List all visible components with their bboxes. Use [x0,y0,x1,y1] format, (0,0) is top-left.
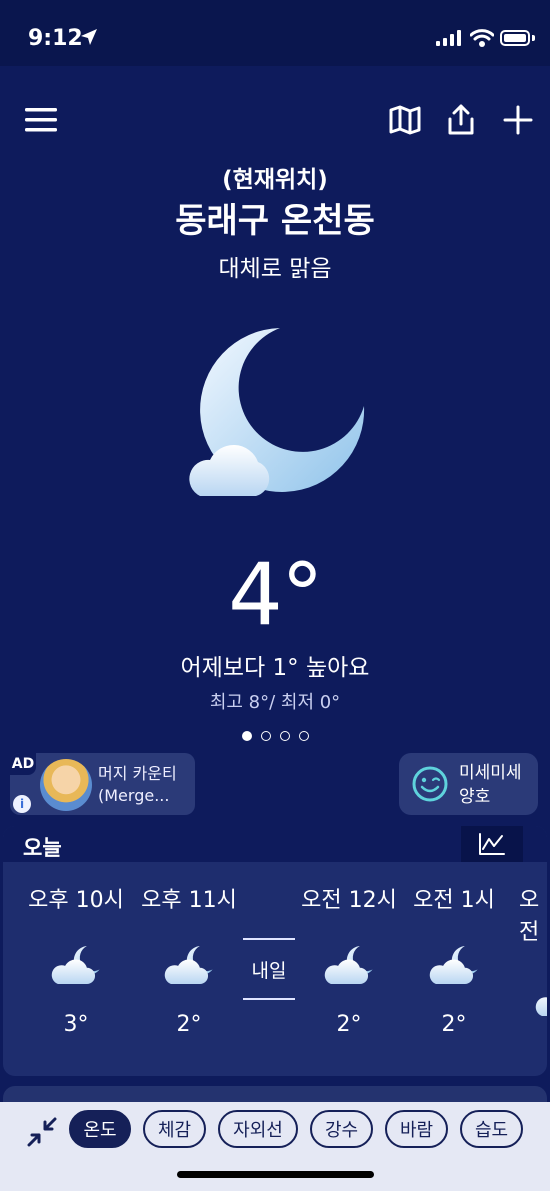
ad-tag: AD [10,753,36,775]
night-partly-cloudy-icon [531,974,547,1020]
cellular-signal-icon [436,30,461,46]
chart-toggle-button[interactable] [461,826,523,862]
hourly-title: 오늘 [23,836,62,860]
map-icon[interactable] [385,100,425,140]
location-name: 동래구 온천동 [175,201,375,241]
hour-temp: 3° [63,1012,89,1037]
tab-feels-like[interactable]: 체감 [143,1110,206,1148]
share-icon[interactable] [441,100,481,140]
wifi-icon [470,29,494,47]
ad-thumbnail [40,759,92,811]
moon-with-cloud-icon [189,328,365,496]
page-dot[interactable] [260,731,271,741]
ad-banner[interactable]: AD i 머지 카운티 (Merge... [10,753,195,815]
collapse-icon[interactable] [24,1116,60,1148]
tab-precipitation[interactable]: 강수 [310,1110,373,1148]
hourly-item: 오전 12시 2° [289,882,409,1037]
tab-wind[interactable]: 바람 [385,1110,448,1148]
night-partly-cloudy-icon [47,942,105,988]
current-location-label: (현재위치) [222,167,328,193]
current-temperature: 4° [228,545,324,645]
tab-temperature[interactable]: 온도 [69,1110,131,1148]
hour-temp: 2° [336,1012,362,1037]
status-bar: 9:12 [0,0,550,66]
night-partly-cloudy-icon [320,942,378,988]
night-partly-cloudy-icon [160,942,218,988]
hour-label: 오전 [519,888,540,945]
page-dot[interactable] [279,731,290,741]
hourly-forecast-card: 오늘 오후 10시 3° 오후 11시 2° 내일 오전 12시 2° 오전 1… [3,826,547,1076]
location-arrow-icon [81,29,97,45]
air-quality-card[interactable]: 미세미세 양호 [399,753,538,815]
hourly-item: 오후 10시 3° [16,882,136,1037]
temperature-comparison: 어제보다 1° 높아요 [180,655,370,681]
hour-label: 오전 12시 [301,888,397,913]
ad-info-icon[interactable]: i [13,795,31,813]
hourly-item: 오전 [493,882,547,1020]
high-low-temperature: 최고 8°/ 최저 0° [209,692,341,713]
tab-humidity[interactable]: 습도 [460,1110,523,1148]
page-dot[interactable] [298,731,309,741]
smiley-wink-icon [412,766,448,802]
weather-condition: 대체로 맑음 [218,256,332,282]
menu-icon[interactable] [21,100,61,140]
tab-uv[interactable]: 자외선 [218,1110,298,1148]
line-chart-icon [479,833,505,855]
hour-label: 오후 10시 [28,888,124,913]
hourly-item: 오후 11시 2° [129,882,249,1037]
ad-title: 머지 카운티 [98,764,177,783]
page-indicator[interactable] [0,731,550,741]
air-quality-source: 미세미세 [459,763,522,783]
status-time: 9:12 [28,26,83,51]
hour-temp: 2° [176,1012,202,1037]
hour-label: 오후 11시 [141,888,237,913]
home-indicator[interactable] [177,1171,374,1178]
add-location-icon[interactable] [498,100,538,140]
ad-subtitle: (Merge... [98,786,170,805]
page-dot[interactable] [241,731,252,741]
night-partly-cloudy-icon [425,942,483,988]
air-quality-status: 양호 [459,787,491,807]
battery-icon [500,30,530,46]
tomorrow-divider: 내일 [243,938,295,1000]
metric-tab-bar: 온도 체감 자외선 강수 바람 습도 [0,1102,550,1191]
